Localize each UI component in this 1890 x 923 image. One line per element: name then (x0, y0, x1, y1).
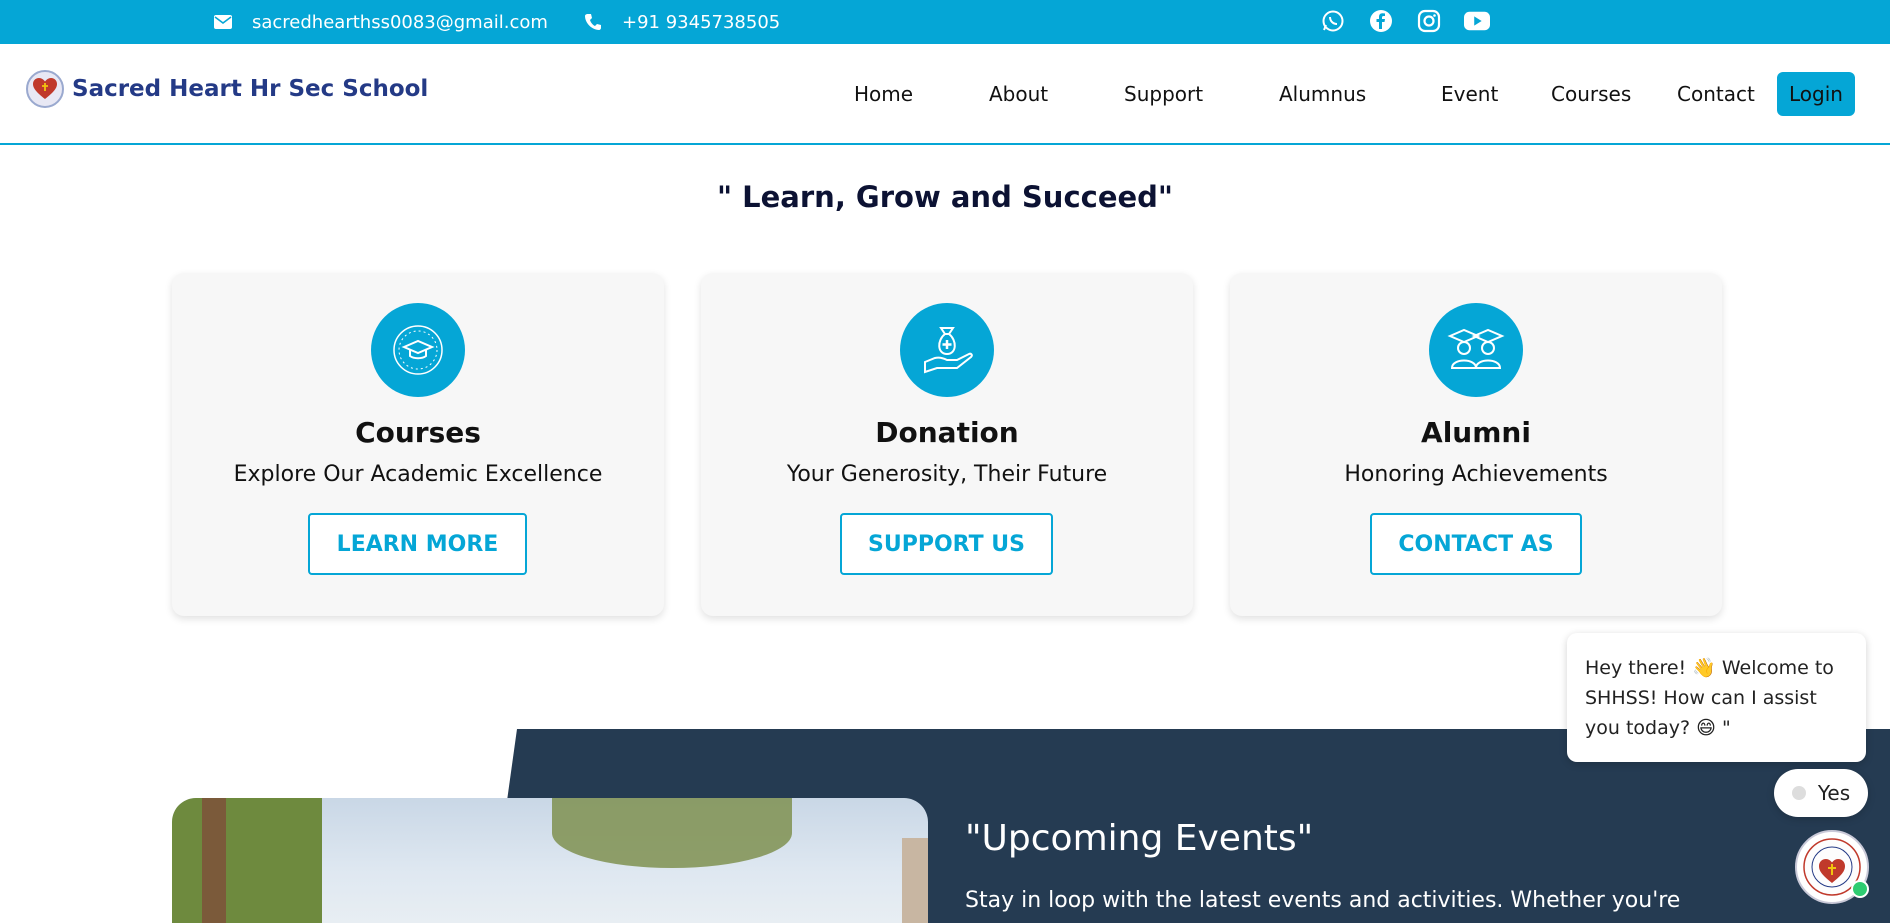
card-title: Donation (875, 416, 1019, 449)
page-tagline: " Learn, Grow and Succeed" (716, 180, 1174, 214)
facebook-icon[interactable] (1368, 8, 1394, 34)
site-header: Sacred Heart Hr Sec School Home About Su… (0, 44, 1890, 145)
event-photo (172, 798, 928, 923)
events-description: Stay in loop with the latest events and … (965, 888, 1681, 913)
main-nav: Home About Support Alumnus Event Courses… (0, 44, 1890, 145)
learn-more-button[interactable]: LEARN MORE (308, 513, 527, 575)
donation-bag-icon (900, 303, 994, 397)
nav-alumnus[interactable]: Alumnus (1279, 82, 1366, 106)
envelope-icon (214, 15, 232, 29)
chatbot-avatar[interactable] (1795, 830, 1869, 904)
graduates-icon (1429, 303, 1523, 397)
card-subtitle: Honoring Achievements (1344, 462, 1608, 487)
youtube-icon[interactable] (1464, 8, 1490, 34)
chat-yes-button[interactable]: Yes (1774, 769, 1868, 817)
card-title: Courses (355, 416, 481, 449)
nav-home[interactable]: Home (854, 82, 913, 106)
nav-event[interactable]: Event (1441, 82, 1498, 106)
chat-welcome-message: Hey there! 👋 Welcome to SHHSS! How can I… (1567, 633, 1866, 762)
events-title: "Upcoming Events" (965, 818, 1314, 859)
photo-tree (172, 798, 322, 923)
top-contact-bar: sacredhearthss0083@gmail.com +91 9345738… (0, 0, 1890, 44)
card-subtitle: Explore Our Academic Excellence (233, 462, 603, 487)
login-button[interactable]: Login (1777, 72, 1855, 116)
email-contact[interactable]: sacredhearthss0083@gmail.com (214, 0, 548, 44)
phone-text: +91 9345738505 (622, 11, 781, 33)
nav-courses[interactable]: Courses (1551, 82, 1631, 106)
nav-support[interactable]: Support (1124, 82, 1203, 106)
nav-contact[interactable]: Contact (1677, 82, 1755, 106)
photo-foliage (552, 798, 792, 868)
photo-tree-trunk (202, 798, 226, 923)
alumni-card: Alumni Honoring Achievements CONTACT AS (1230, 273, 1722, 616)
card-title: Alumni (1421, 416, 1531, 449)
courses-card: Courses Explore Our Academic Excellence … (172, 273, 664, 616)
radio-dot-icon (1791, 786, 1806, 800)
phone-icon (585, 14, 601, 30)
graduation-cap-icon (371, 303, 465, 397)
contact-as-button[interactable]: CONTACT AS (1370, 513, 1582, 575)
chat-yes-label: Yes (1817, 781, 1851, 805)
phone-contact[interactable]: +91 9345738505 (584, 0, 780, 44)
support-us-button[interactable]: SUPPORT US (840, 513, 1053, 575)
instagram-icon[interactable] (1416, 8, 1442, 34)
photo-building (902, 838, 928, 923)
social-links (1320, 8, 1490, 34)
donation-card: Donation Your Generosity, Their Future S… (701, 273, 1193, 616)
email-text: sacredhearthss0083@gmail.com (252, 11, 548, 33)
whatsapp-icon[interactable] (1320, 8, 1346, 34)
card-subtitle: Your Generosity, Their Future (786, 462, 1108, 487)
online-status-dot (1851, 880, 1869, 898)
nav-about[interactable]: About (989, 82, 1048, 106)
